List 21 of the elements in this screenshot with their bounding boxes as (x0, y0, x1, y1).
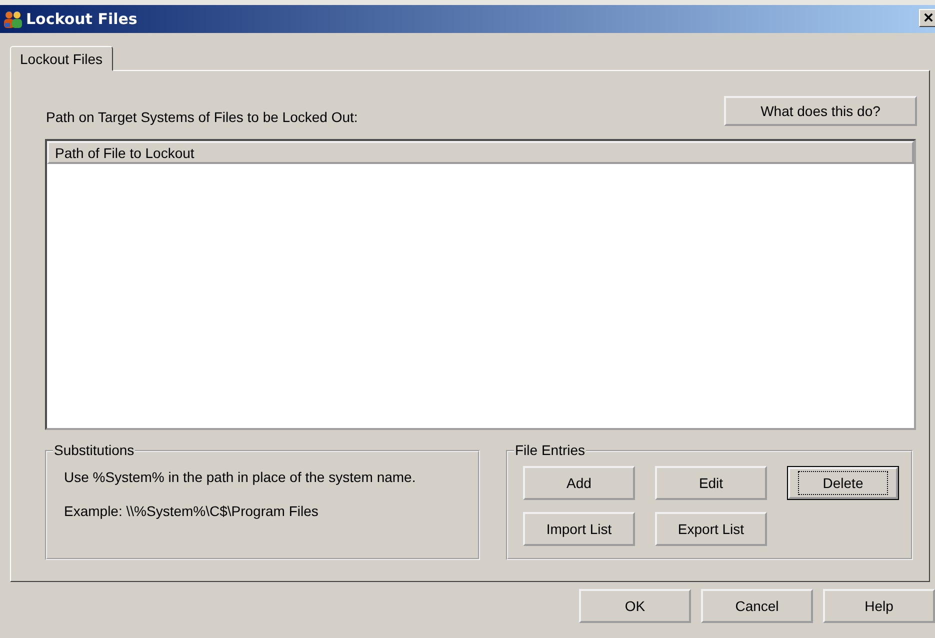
group-title: Substitutions (53, 442, 136, 458)
hint-text: Use %System% in the path in place of the system name. (64, 469, 417, 485)
window-title: Lockout Files (26, 10, 138, 28)
file-list[interactable]: Path of File to Lockout (45, 139, 916, 430)
dialog-button[interactable]: Cancel (701, 589, 813, 623)
column-header[interactable]: Path of File to Lockout (47, 141, 914, 164)
hint-text: Example: \\%System%\C$\Program Files (64, 503, 320, 519)
action-button[interactable]: Export List (655, 512, 767, 546)
close-icon (924, 13, 933, 22)
people-icon (3, 9, 23, 29)
action-button[interactable]: Import List (523, 512, 635, 546)
dialog-button[interactable]: OK (579, 589, 691, 623)
group-title: File Entries (514, 442, 586, 458)
explain-button[interactable]: What does this do? (724, 96, 917, 126)
close-button[interactable] (919, 9, 935, 27)
dialog-button[interactable]: Help (823, 589, 935, 623)
action-button[interactable]: Edit (655, 466, 767, 500)
action-button[interactable]: Add (523, 466, 635, 500)
tab[interactable]: Lockout Files (10, 46, 114, 71)
list-label: Path on Target Systems of Files to be Locked Out: (46, 109, 358, 125)
action-button[interactable]: Delete (787, 466, 899, 500)
